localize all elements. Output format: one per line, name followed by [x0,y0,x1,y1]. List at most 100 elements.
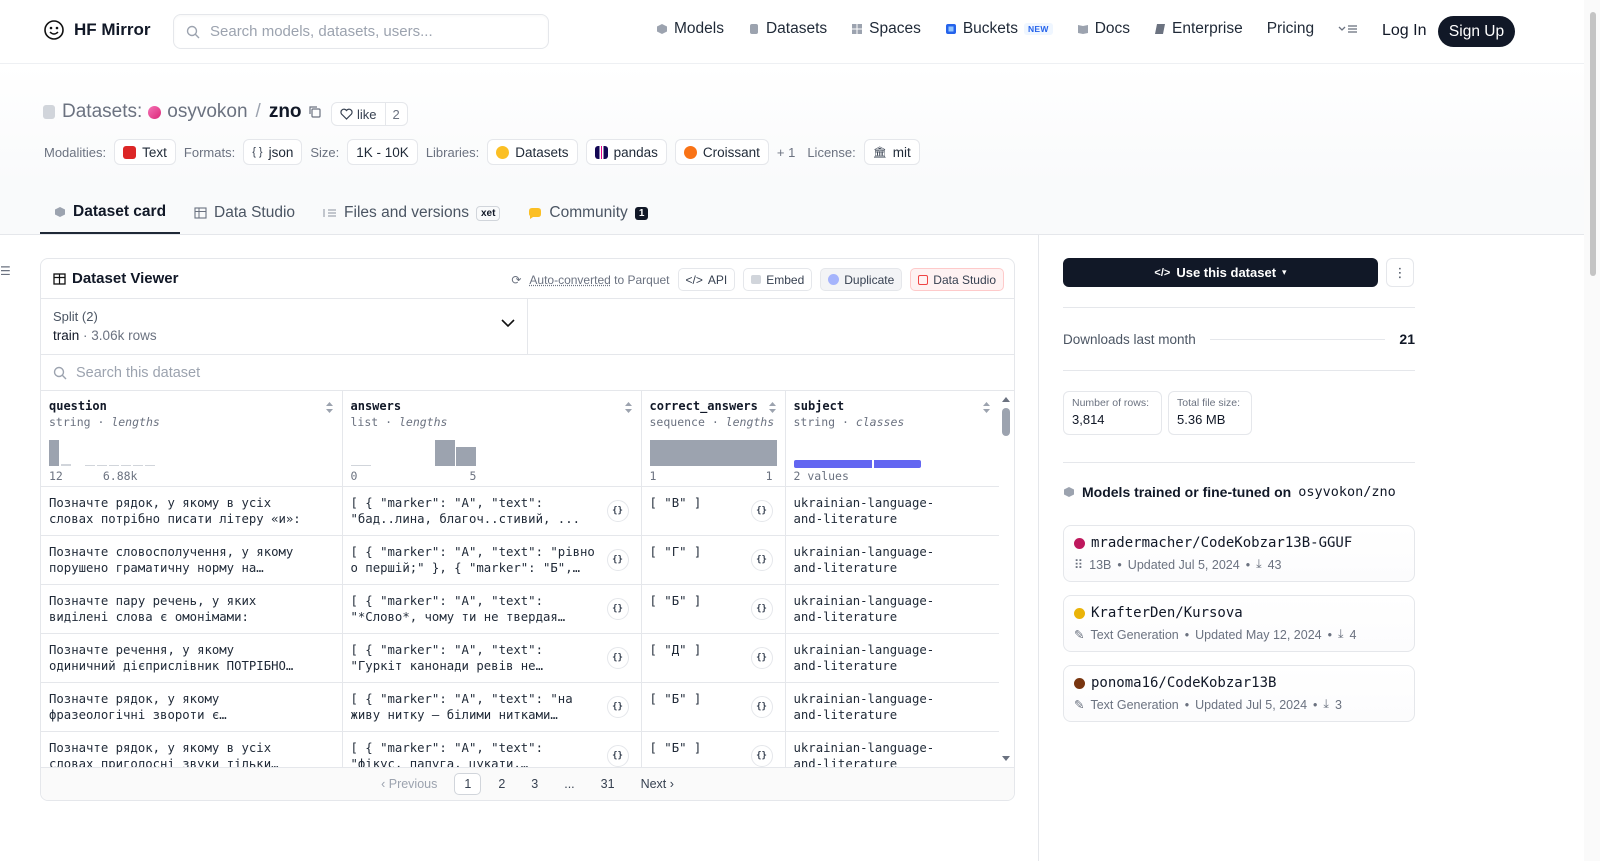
expand-json-button[interactable]: {} [750,499,773,522]
use-dataset-button[interactable]: </> Use this dataset ▾ [1063,258,1378,287]
dataset-title: Datasets: osyvokon / zno [42,101,322,123]
column-header-answers[interactable]: answers list · lengths 05 [342,391,642,487]
cell-text: Позначте рядок, у якому в усіх словах по… [49,495,301,526]
sort-icon[interactable] [624,401,633,414]
column-type-value: string [49,415,91,429]
expand-json-button[interactable]: {} [606,646,629,669]
expand-json-button[interactable]: {} [606,744,629,767]
histogram-bar [434,439,455,466]
sort-icon[interactable] [768,401,777,414]
nav-enterprise[interactable]: Enterprise [1154,20,1243,38]
dataset-name-link[interactable]: zno [269,101,302,123]
pagination-page[interactable]: 2 [489,774,514,794]
split-selector[interactable]: Split (2) train · 3.06k rows [41,299,528,354]
book-icon [1077,25,1088,34]
auto-converted-info[interactable]: Auto-converted to Parquet [529,273,669,287]
expand-json-button[interactable]: {} [606,548,629,571]
library-chip-pandas[interactable]: pandas [585,139,667,165]
tab-files[interactable]: Files and versions xet [309,192,514,234]
library-chip-datasets[interactable]: Datasets [487,139,578,165]
sort-icon[interactable] [325,401,334,414]
class-bar[interactable] [793,440,921,468]
license-chip[interactable]: 🏛 mit [863,139,920,165]
histogram-bar [121,464,131,466]
expand-json-button[interactable]: {} [750,597,773,620]
expand-json-button[interactable]: {} [750,548,773,571]
column-name: question [49,399,107,413]
column-header-question[interactable]: question string · lengths 12 6.88k [41,391,343,487]
nav-pricing[interactable]: Pricing [1267,20,1314,38]
api-button[interactable]: </> API [677,268,736,291]
column-header-correct-answers[interactable]: correct_answers sequence · lengths 11 [641,391,786,487]
duplicate-button[interactable]: Duplicate [820,268,903,291]
tab-data-studio[interactable]: Data Studio [180,192,309,234]
nav-spaces[interactable]: Spaces [851,20,921,38]
pagination-page[interactable]: 3 [522,774,547,794]
table-row[interactable]: Позначте словосполучення, у якому поруше… [41,535,999,585]
nav-buckets-label: Buckets [962,20,1018,37]
pagination-page[interactable]: 31 [592,774,624,794]
table-row[interactable]: Позначте рядок, у якому в усіх словах по… [41,486,999,536]
nav-buckets[interactable]: Buckets NEW [945,20,1053,38]
modality-chip[interactable]: Text [114,139,176,165]
table-row[interactable]: Позначте рядок, у якому фразеологічні зв… [41,682,999,732]
libraries-more[interactable]: + 1 [777,145,795,160]
nav-more-menu[interactable] [1338,23,1358,35]
table-row[interactable]: Позначте пару речень, у яких виділені сл… [41,584,999,634]
sort-icon[interactable] [982,401,991,414]
expand-json-button[interactable]: {} [606,499,629,522]
cell-answers: [ { "marker": "А", "text": "рівно о перш… [342,535,642,585]
model-card[interactable]: KrafterDen/Kursova ✎ Text Generation • Upda… [1063,595,1415,652]
histogram[interactable] [649,438,777,466]
model-downloads: 4 [1349,627,1357,642]
nav-models[interactable]: Models [656,20,724,38]
column-header-subject[interactable]: subject string · classes 2 values [785,391,999,487]
histogram-max: 6.88k [102,468,138,483]
tab-dataset-card[interactable]: Dataset card [40,192,181,234]
expand-json-button[interactable]: {} [750,744,773,767]
login-link[interactable]: Log In [1382,22,1426,40]
histogram[interactable] [49,438,155,466]
nav-datasets[interactable]: Datasets [748,20,827,38]
owner-link[interactable]: osyvokon [167,101,247,123]
table-row[interactable]: Позначте речення, у якому одиничний дієп… [41,633,999,683]
nav-docs[interactable]: Docs [1077,20,1130,38]
signup-button[interactable]: Sign Up [1438,16,1515,47]
pagination-next[interactable]: Next › [632,774,683,794]
expand-json-button[interactable]: {} [750,646,773,669]
like-button[interactable]: like 2 [331,102,408,126]
data-studio-button[interactable]: Data Studio [910,268,1004,291]
global-search[interactable] [173,14,549,49]
cell-text: [ "Б" ] [649,593,702,608]
expand-json-button[interactable]: {} [750,695,773,718]
copy-icon[interactable] [308,105,322,119]
table-scrollbar[interactable] [1000,394,1012,766]
pagination-previous[interactable]: ‹ Previous [372,774,446,794]
chevron-down-icon [501,319,515,328]
expand-json-button[interactable]: {} [606,695,629,718]
model-card[interactable]: ponoma16/CodeKobzar13B ✎ Text Generation •… [1063,665,1415,722]
pagination-page[interactable]: 1 [454,773,482,795]
format-chip[interactable]: { } json [243,139,303,165]
nav-spaces-label: Spaces [869,20,921,37]
tab-community[interactable]: Community 1 [514,192,662,234]
embed-button[interactable]: Embed [743,268,813,291]
libraries-label: Libraries: [425,144,480,160]
models-title-text: Models trained or fine-tuned on [1082,484,1292,500]
toc-toggle-icon[interactable]: ☰ [0,264,11,278]
size-chip[interactable]: 1K - 10K [347,139,418,165]
datasets-section-link[interactable]: Datasets: [62,101,142,123]
global-search-input[interactable] [210,23,530,40]
brand[interactable]: HF Mirror [42,18,151,42]
auto-converted-link[interactable]: Auto-converted [529,273,610,287]
histogram[interactable] [350,438,476,466]
cell-question: Позначте словосполучення, у якому поруше… [41,535,343,585]
library-chip-croissant[interactable]: Croissant [674,139,769,165]
model-card[interactable]: mradermacher/CodeKobzar13B-GGUF ⠿ 13B • Upd… [1063,525,1415,582]
expand-json-button[interactable]: {} [606,597,629,620]
page-scrollbar-thumb[interactable] [1590,12,1596,276]
community-count: 1 [634,206,649,220]
more-options-button[interactable]: ⋮ [1386,258,1414,287]
dataset-search[interactable]: Search this dataset [41,355,1014,391]
model-updated: Updated May 12, 2024 [1195,627,1322,642]
